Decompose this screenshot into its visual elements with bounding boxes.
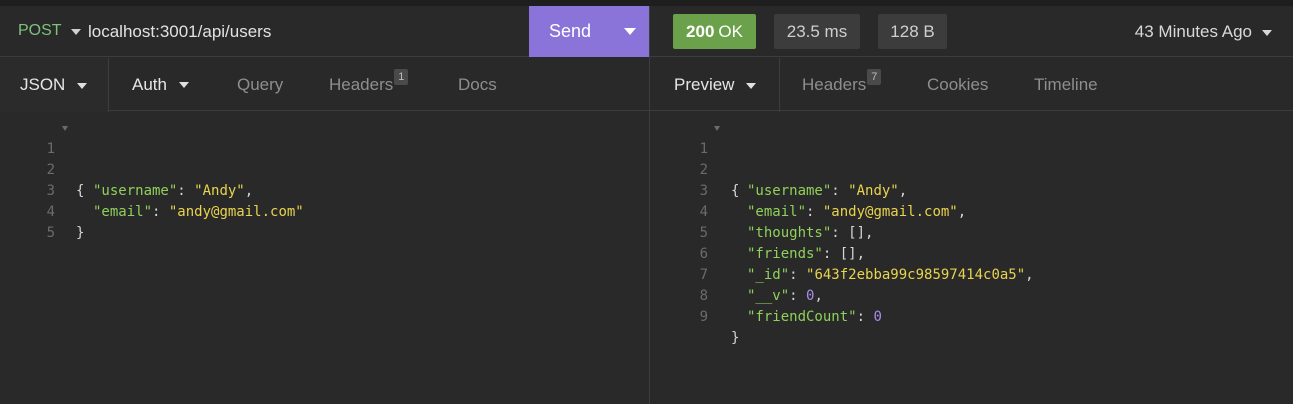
send-button-group: Send	[529, 6, 649, 57]
code-line: 1 {	[0, 118, 649, 199]
tab-label: Timeline	[1034, 74, 1098, 94]
headers-count-badge: 1	[394, 68, 409, 85]
chevron-down-icon	[70, 28, 81, 35]
history-dropdown[interactable]: 43 Minutes Ago	[1135, 22, 1272, 42]
response-size-badge: 128 B	[878, 14, 947, 49]
tab-query[interactable]: Query	[237, 58, 283, 111]
tab-label: Docs	[458, 74, 497, 94]
code-line: 7 "__v": 0,	[650, 244, 1293, 304]
tab-label: JSON	[20, 75, 66, 94]
headers-count-badge: 7	[867, 68, 882, 85]
code-line: 5 "friends": [],	[650, 202, 1293, 262]
tab-preview[interactable]: Preview	[650, 58, 780, 112]
status-badge: 200 OK	[673, 14, 756, 49]
request-pane: POST localhost:3001/api/users Send JSON …	[0, 6, 649, 404]
tab-docs[interactable]: Docs	[458, 58, 497, 111]
response-pane: 200 OK 23.5 ms 128 B 43 Minutes Ago Prev…	[649, 6, 1293, 404]
status-text: OK	[718, 21, 743, 41]
method-selector[interactable]: POST	[18, 22, 81, 40]
history-label: 43 Minutes Ago	[1134, 22, 1252, 41]
tab-label: Headers	[802, 74, 867, 94]
tab-label: Preview	[674, 75, 735, 94]
chevron-down-icon	[746, 82, 757, 89]
tab-label: Auth	[132, 74, 167, 94]
code-text: }	[76, 225, 85, 241]
send-button[interactable]: Send	[529, 6, 611, 57]
status-code: 200	[686, 21, 715, 41]
tab-auth[interactable]: Auth	[132, 58, 189, 111]
code-line: 3 "email": "andy@gmail.com",	[650, 160, 1293, 220]
chevron-down-icon	[1262, 29, 1272, 36]
code-line: 4 }	[0, 181, 649, 241]
tab-label: Headers	[329, 74, 394, 94]
url-bar: POST localhost:3001/api/users Send	[0, 6, 649, 57]
tab-label: Cookies	[927, 74, 989, 94]
tab-json[interactable]: JSON	[0, 58, 109, 112]
chevron-down-icon	[624, 28, 636, 35]
code-text: "friendCount": 0	[747, 309, 882, 325]
code-line: 8 "friendCount": 0	[650, 265, 1293, 325]
request-tabs: JSON Auth Query Headers 1 Docs	[0, 58, 649, 112]
code-line: 2 "username": "Andy",	[0, 139, 649, 199]
request-body-editor[interactable]: 1 { 2 "username": "Andy", 3 "email": "an…	[0, 118, 649, 241]
response-body-viewer[interactable]: 1 { 2 "username": "Andy", 3 "email": "an…	[650, 118, 1293, 346]
send-options-dropdown[interactable]	[611, 6, 649, 57]
tab-response-headers[interactable]: Headers 7	[802, 58, 882, 111]
chevron-down-icon	[77, 82, 88, 89]
code-line: 1 {	[650, 118, 1293, 199]
code-line: 9 }	[650, 286, 1293, 346]
url-input[interactable]: localhost:3001/api/users	[88, 22, 271, 42]
code-line: 2 "username": "Andy",	[650, 139, 1293, 199]
code-line: 5	[0, 202, 649, 241]
response-time-badge: 23.5 ms	[774, 14, 860, 49]
line-number: 9	[699, 309, 708, 325]
code-line: 4 "thoughts": [],	[650, 181, 1293, 241]
tab-label: Query	[237, 74, 284, 94]
tab-headers[interactable]: Headers 1	[329, 58, 409, 111]
tab-cookies[interactable]: Cookies	[927, 58, 988, 111]
response-tabs: Preview Headers 7 Cookies Timeline	[650, 58, 1293, 112]
fold-toggle-icon[interactable]	[62, 126, 68, 131]
code-line: 3 "email": "andy@gmail.com"	[0, 160, 649, 220]
code-text: }	[731, 330, 740, 346]
tab-timeline[interactable]: Timeline	[1034, 58, 1098, 111]
chevron-down-icon	[178, 82, 189, 88]
line-number: 5	[46, 225, 55, 241]
fold-toggle-icon[interactable]	[714, 126, 720, 131]
code-line: 6 "_id": "643f2ebba99c98597414c0a5",	[650, 223, 1293, 283]
method-label: POST	[18, 22, 62, 39]
response-status-bar: 200 OK 23.5 ms 128 B 43 Minutes Ago	[650, 6, 1293, 57]
